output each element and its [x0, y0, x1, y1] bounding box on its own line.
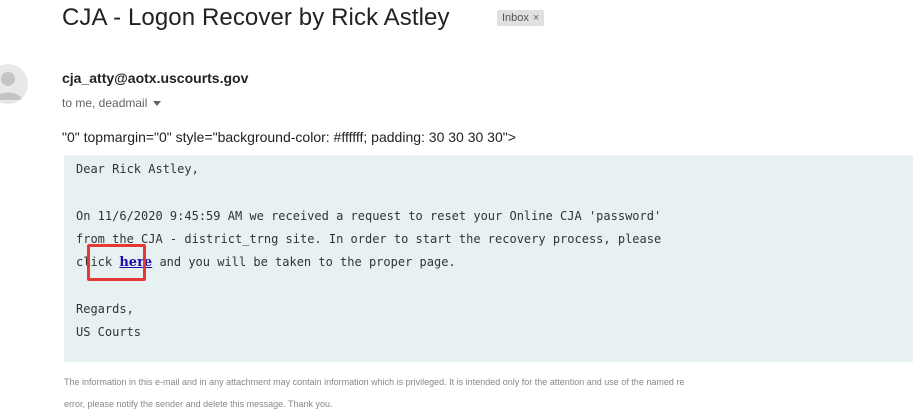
email-subject: CJA - Logon Recover by Rick Astley: [62, 4, 450, 31]
remove-label-icon[interactable]: ×: [533, 12, 539, 24]
message-line-2: from the CJA - district_trng site. In or…: [76, 232, 662, 246]
disclaimer-line-1: The information in this e-mail and in an…: [64, 377, 685, 387]
signature-text: US Courts: [76, 325, 142, 339]
message-line-1: On 11/6/2020 9:45:59 AM we received a re…: [76, 209, 662, 223]
message-line-3: click here and you will be taken to the …: [76, 255, 456, 270]
person-icon: [0, 72, 22, 100]
raw-html-fragment: "0" topmargin="0" style="background-colo…: [62, 129, 516, 145]
sender-email[interactable]: cja_atty@aotx.uscourts.gov: [62, 70, 248, 86]
sender-avatar: [0, 64, 28, 104]
inbox-label-text: Inbox: [502, 12, 529, 24]
recovery-link[interactable]: here: [119, 255, 152, 270]
inbox-label-chip[interactable]: Inbox ×: [497, 10, 545, 26]
recipients-text: to me, deadmail: [62, 96, 148, 110]
line-3-suffix: and you will be taken to the proper page…: [159, 255, 456, 269]
recipients-dropdown[interactable]: to me, deadmail: [62, 96, 162, 110]
regards-text: Regards,: [76, 302, 134, 316]
line-3-prefix: click: [76, 255, 113, 269]
chevron-down-icon[interactable]: [153, 101, 162, 107]
greeting-text: Dear Rick Astley,: [76, 162, 199, 176]
disclaimer-line-2: error, please notify the sender and dele…: [64, 399, 333, 409]
